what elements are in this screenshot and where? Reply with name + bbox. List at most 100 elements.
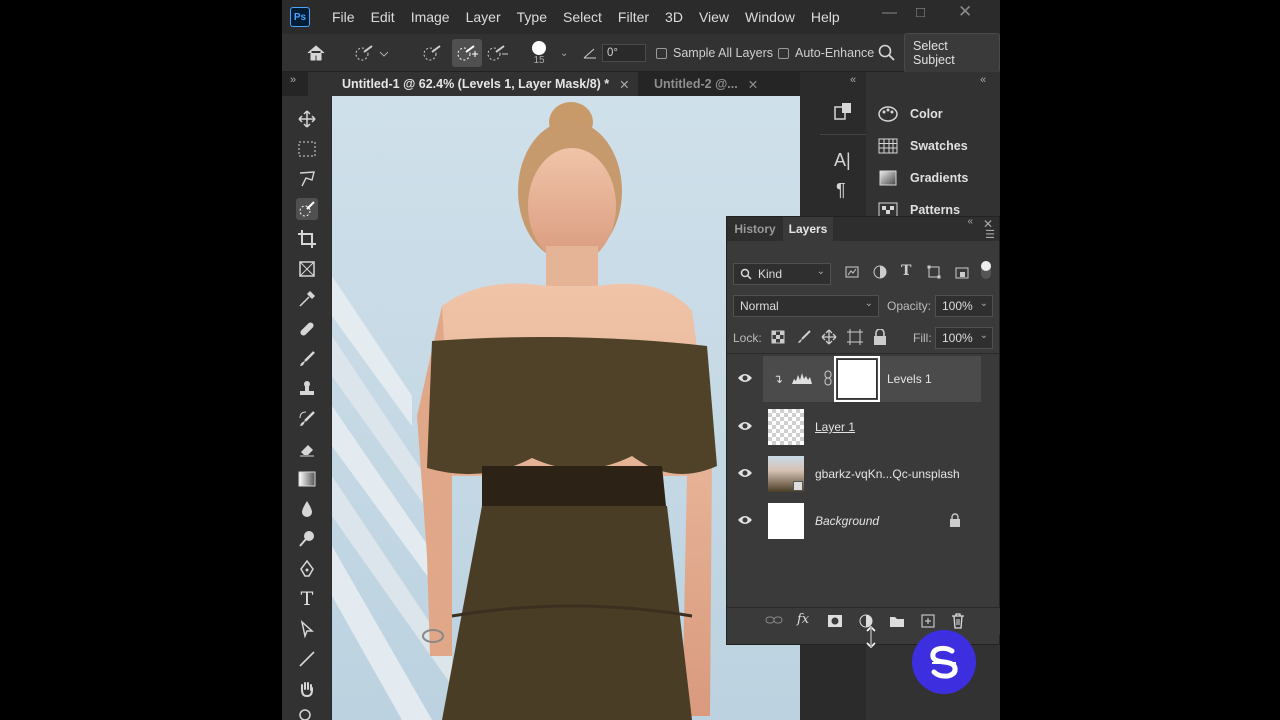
- path-selection-tool-icon[interactable]: [296, 618, 318, 640]
- eraser-tool-icon[interactable]: [296, 438, 318, 460]
- tab-layers[interactable]: Layers: [783, 217, 833, 241]
- lock-artboard-icon[interactable]: [847, 329, 863, 348]
- checkbox-icon[interactable]: [656, 47, 667, 59]
- layer-thumbnail[interactable]: [768, 456, 804, 492]
- home-icon[interactable]: [306, 34, 326, 72]
- menu-view[interactable]: View: [691, 9, 737, 25]
- chain-link-icon[interactable]: [823, 370, 833, 389]
- tab-history[interactable]: History: [727, 217, 783, 241]
- auto-enhance-checkbox[interactable]: Auto-Enhance: [778, 34, 874, 72]
- layer-thumbnail[interactable]: [768, 503, 804, 539]
- lock-icon[interactable]: [949, 512, 961, 530]
- fx-icon[interactable]: fx: [797, 612, 809, 627]
- menu-layer[interactable]: Layer: [458, 9, 509, 25]
- filter-type-icon[interactable]: T: [901, 263, 911, 279]
- frame-tool-icon[interactable]: [296, 258, 318, 280]
- layer-row-levels-content[interactable]: ↴ Levels 1: [727, 356, 981, 402]
- menu-image[interactable]: Image: [403, 9, 458, 25]
- collapse-icon[interactable]: «: [850, 74, 856, 86]
- menu-type[interactable]: Type: [509, 9, 555, 25]
- pen-tool-icon[interactable]: [296, 558, 318, 580]
- menu-3d[interactable]: 3D: [657, 9, 691, 25]
- lock-all-icon[interactable]: [873, 328, 887, 348]
- layer-kind-filter[interactable]: Kind ⌄: [733, 263, 831, 285]
- blend-mode-select[interactable]: Normal ⌄: [733, 295, 879, 317]
- eyedropper-tool-icon[interactable]: [296, 288, 318, 310]
- filter-smart-object-icon[interactable]: [955, 265, 969, 282]
- chevron-down-icon[interactable]: ⌄: [560, 34, 568, 72]
- move-tool-icon[interactable]: [296, 108, 318, 130]
- filter-toggle[interactable]: [981, 261, 991, 279]
- healing-brush-tool-icon[interactable]: [296, 318, 318, 340]
- opacity-value[interactable]: 100%: [942, 299, 973, 313]
- lock-transparent-icon[interactable]: [771, 330, 785, 347]
- select-subject-button[interactable]: Select Subject: [904, 33, 1000, 73]
- filter-shape-icon[interactable]: [927, 265, 941, 282]
- panel-menu-icon[interactable]: ☰: [985, 228, 995, 241]
- lasso-tool-icon[interactable]: [296, 168, 318, 190]
- layer-name[interactable]: Layer 1: [815, 420, 855, 434]
- layer-row-layer1[interactable]: Layer 1: [727, 404, 981, 450]
- crop-tool-icon[interactable]: [296, 228, 318, 250]
- filter-pixel-icon[interactable]: [845, 265, 859, 282]
- visibility-eye-icon[interactable]: [737, 420, 753, 435]
- gradients-panel-item[interactable]: Gradients: [878, 170, 968, 186]
- angle-value[interactable]: 0°: [602, 44, 646, 62]
- close-window-icon[interactable]: ✕: [958, 2, 972, 22]
- layer-name[interactable]: Background: [815, 514, 879, 528]
- add-to-selection-icon[interactable]: [452, 39, 482, 67]
- opacity-field[interactable]: 100% ⌄: [935, 295, 993, 317]
- delete-layer-icon[interactable]: [951, 613, 965, 632]
- character-icon[interactable]: A|: [834, 150, 851, 171]
- blur-tool-icon[interactable]: [296, 498, 318, 520]
- line-tool-icon[interactable]: [296, 648, 318, 670]
- color-panel-item[interactable]: Color: [878, 106, 943, 122]
- filter-adjustment-icon[interactable]: [873, 265, 887, 282]
- fill-field[interactable]: 100% ⌄: [935, 327, 993, 349]
- layer-thumbnail[interactable]: [768, 409, 804, 445]
- add-mask-icon[interactable]: [827, 614, 843, 631]
- panel-expand-icon[interactable]: »: [290, 74, 296, 86]
- checkbox-icon[interactable]: [778, 47, 789, 59]
- lock-pixels-icon[interactable]: [797, 330, 811, 347]
- menu-help[interactable]: Help: [803, 9, 848, 25]
- hand-tool-icon[interactable]: [296, 678, 318, 700]
- layer-row-background[interactable]: Background: [727, 498, 981, 544]
- type-tool-icon[interactable]: T: [296, 588, 318, 610]
- visibility-eye-icon[interactable]: [737, 467, 753, 482]
- search-icon[interactable]: [878, 34, 896, 72]
- close-tab-icon[interactable]: ✕: [748, 77, 758, 92]
- brush-size-picker[interactable]: 15: [532, 34, 546, 72]
- link-layers-icon[interactable]: [765, 614, 783, 629]
- lock-position-icon[interactable]: [821, 329, 837, 348]
- collapse-icon[interactable]: «: [967, 216, 973, 227]
- subtract-from-selection-icon[interactable]: [486, 34, 508, 72]
- new-layer-icon[interactable]: [921, 614, 935, 631]
- menu-select[interactable]: Select: [555, 9, 610, 25]
- swatches-panel-item[interactable]: Swatches: [878, 138, 968, 154]
- quick-selection-tool-icon[interactable]: [296, 198, 318, 220]
- angle-field[interactable]: 0°: [602, 34, 646, 72]
- layer-name[interactable]: Levels 1: [887, 372, 932, 386]
- fill-value[interactable]: 100%: [942, 331, 973, 345]
- maximize-icon[interactable]: □: [916, 4, 925, 21]
- clone-stamp-tool-icon[interactable]: [296, 378, 318, 400]
- tab-untitled-1[interactable]: Untitled-1 @ 62.4% (Levels 1, Layer Mask…: [308, 72, 638, 96]
- gradient-tool-icon[interactable]: [296, 468, 318, 490]
- minimize-icon[interactable]: —: [882, 4, 897, 21]
- menu-file[interactable]: File: [324, 9, 363, 25]
- layer-name[interactable]: gbarkz-vqKn...Qc-unsplash: [815, 467, 960, 481]
- paragraph-icon[interactable]: ¶: [836, 180, 846, 201]
- visibility-eye-icon[interactable]: [737, 514, 753, 529]
- zoom-tool-icon[interactable]: [296, 706, 318, 720]
- properties-icon[interactable]: [834, 102, 852, 123]
- menu-filter[interactable]: Filter: [610, 9, 657, 25]
- new-selection-icon[interactable]: [422, 34, 444, 72]
- tab-untitled-2[interactable]: Untitled-2 @... ✕: [654, 72, 758, 96]
- menu-edit[interactable]: Edit: [363, 9, 403, 25]
- new-group-icon[interactable]: [889, 614, 905, 631]
- dodge-tool-icon[interactable]: [296, 528, 318, 550]
- layer-mask-thumbnail[interactable]: [834, 356, 880, 402]
- visibility-eye-icon[interactable]: [737, 372, 753, 387]
- layer-row-photo[interactable]: gbarkz-vqKn...Qc-unsplash: [727, 451, 981, 497]
